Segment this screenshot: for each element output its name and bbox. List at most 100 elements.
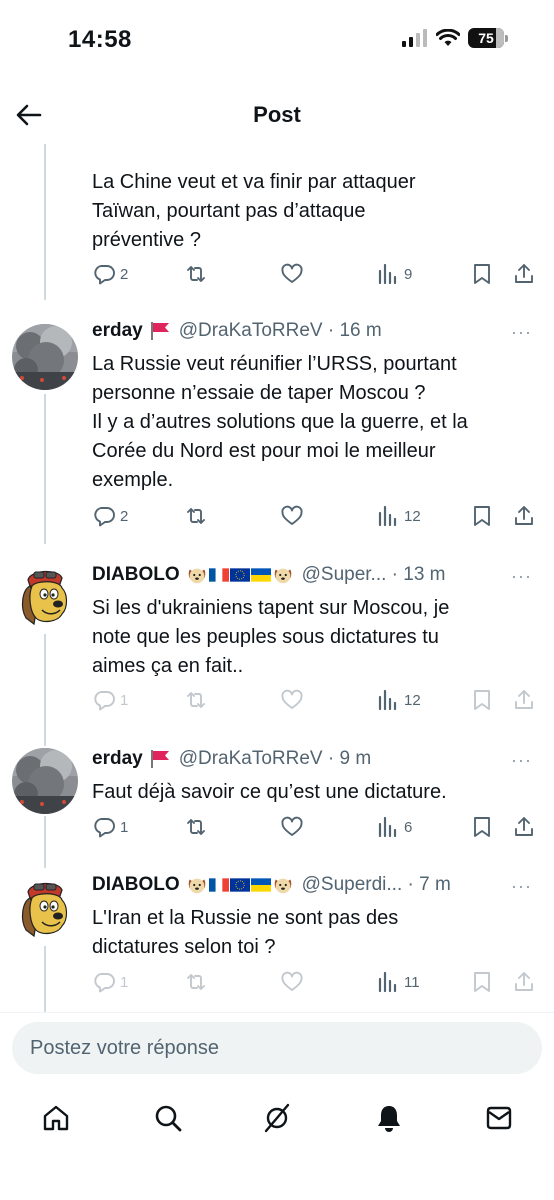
author-handle[interactable]: @DraKaToRReV · 16 m	[179, 320, 382, 342]
text-line: dictatures selon toi ?	[92, 936, 276, 958]
text-line: Il y a d’autres solutions que la guerre,…	[92, 411, 468, 433]
reply-button[interactable]: 1	[92, 688, 128, 712]
author-handle[interactable]: @Super... · 13 m	[302, 564, 446, 586]
header: Post	[0, 90, 554, 140]
share-button[interactable]	[512, 504, 536, 528]
cellular-signal-icon	[402, 29, 427, 47]
like-button[interactable]	[280, 504, 304, 528]
share-button[interactable]	[512, 262, 536, 286]
reply-button[interactable]: 2	[92, 262, 128, 286]
like-button[interactable]	[280, 815, 304, 839]
text-line: personne n’essaie de taper Moscou ?	[92, 382, 426, 404]
views-button[interactable]: 11	[376, 970, 420, 994]
repost-button[interactable]	[184, 262, 208, 286]
speech-bubble-icon	[92, 262, 116, 286]
heart-icon	[280, 688, 304, 712]
reply-count: 2	[120, 265, 129, 283]
author-name[interactable]: erday	[92, 748, 143, 770]
divider	[0, 1012, 554, 1013]
repost-button[interactable]	[184, 504, 208, 528]
views-button[interactable]: 12	[376, 504, 421, 528]
text-line: La Russie veut réunifier l’URSS, pourtan…	[92, 353, 457, 375]
avatar[interactable]	[12, 876, 78, 942]
views-button[interactable]: 12	[376, 688, 421, 712]
post-header: DIABOLO @Superdi... · 7 m	[92, 874, 506, 896]
author-handle[interactable]: @DraKaToRReV · 9 m	[179, 748, 371, 770]
post-text: L'Iran et la Russie ne sont pas des dict…	[92, 904, 518, 962]
avatar[interactable]	[12, 748, 78, 814]
home-icon[interactable]	[40, 1102, 72, 1134]
more-options-icon[interactable]: ···	[511, 322, 532, 343]
bell-icon[interactable]	[373, 1102, 405, 1134]
more-options-icon[interactable]: ···	[511, 876, 532, 897]
post-header: erday @DraKaToRReV · 16 m	[92, 320, 506, 342]
bookmark-button[interactable]	[470, 815, 494, 839]
bookmark-button[interactable]	[470, 262, 494, 286]
author-name[interactable]: DIABOLO	[92, 564, 180, 586]
bookmark-icon	[470, 262, 494, 286]
dog-emoji-icon	[186, 874, 208, 896]
share-icon	[512, 688, 536, 712]
status-bar: 14:58 75	[0, 0, 554, 80]
heart-icon	[280, 504, 304, 528]
speech-bubble-icon	[92, 504, 116, 528]
post-header: DIABOLO @Super... · 13 m	[92, 564, 506, 586]
reply-button[interactable]: 2	[92, 504, 128, 528]
status-time: 14:58	[68, 26, 132, 53]
reply-button[interactable]: 1	[92, 815, 128, 839]
emoji-badges	[186, 564, 294, 586]
red-flag-icon	[149, 321, 171, 341]
more-options-icon[interactable]: ···	[511, 566, 532, 587]
bottom-nav	[0, 1088, 554, 1148]
like-button[interactable]	[280, 970, 304, 994]
bookmark-icon	[470, 815, 494, 839]
france-flag-icon	[209, 568, 229, 582]
mail-icon[interactable]	[483, 1102, 515, 1134]
post-text: La Russie veut réunifier l’URSS, pourtan…	[92, 350, 518, 495]
heart-icon	[280, 815, 304, 839]
bookmark-button[interactable]	[470, 970, 494, 994]
ukraine-flag-icon	[251, 568, 271, 582]
emoji-badges	[186, 874, 294, 896]
text-line: Si les d'ukrainiens tapent sur Moscou, j…	[92, 597, 450, 619]
wifi-icon	[436, 29, 460, 46]
author-name[interactable]: DIABOLO	[92, 874, 180, 896]
share-button[interactable]	[512, 688, 536, 712]
battery-level: 75	[478, 30, 494, 46]
repost-button[interactable]	[184, 815, 208, 839]
share-button[interactable]	[512, 970, 536, 994]
share-icon	[512, 504, 536, 528]
bookmark-icon	[470, 688, 494, 712]
like-button[interactable]	[280, 262, 304, 286]
repost-icon	[184, 815, 208, 839]
avatar[interactable]	[12, 564, 78, 630]
eu-flag-icon	[230, 568, 250, 582]
more-options-icon[interactable]: ···	[511, 750, 532, 771]
views-count: 11	[404, 973, 420, 991]
search-icon[interactable]	[152, 1102, 184, 1134]
bookmark-button[interactable]	[470, 688, 494, 712]
reply-button[interactable]: 1	[92, 970, 128, 994]
text-line: La Chine veut et va finir par attaquer	[92, 171, 416, 193]
like-button[interactable]	[280, 688, 304, 712]
avatar[interactable]	[12, 324, 78, 390]
author-handle[interactable]: @Superdi... · 7 m	[302, 874, 451, 896]
views-button[interactable]: 6	[376, 815, 412, 839]
thread-line	[44, 144, 46, 300]
grok-icon[interactable]	[261, 1102, 293, 1134]
post-text: Faut déjà savoir ce qu’est une dictature…	[92, 778, 518, 807]
bookmark-button[interactable]	[470, 504, 494, 528]
repost-button[interactable]	[184, 970, 208, 994]
author-name[interactable]: erday	[92, 320, 143, 342]
views-button[interactable]: 9	[376, 262, 412, 286]
thread-line	[44, 634, 46, 746]
views-count: 12	[404, 691, 421, 709]
france-flag-icon	[209, 878, 229, 892]
share-button[interactable]	[512, 815, 536, 839]
page-title: Post	[253, 102, 301, 127]
post-actions: 1 6	[88, 815, 538, 845]
share-icon	[512, 262, 536, 286]
repost-button[interactable]	[184, 688, 208, 712]
thread-line	[44, 394, 46, 544]
reply-input[interactable]	[12, 1022, 542, 1074]
